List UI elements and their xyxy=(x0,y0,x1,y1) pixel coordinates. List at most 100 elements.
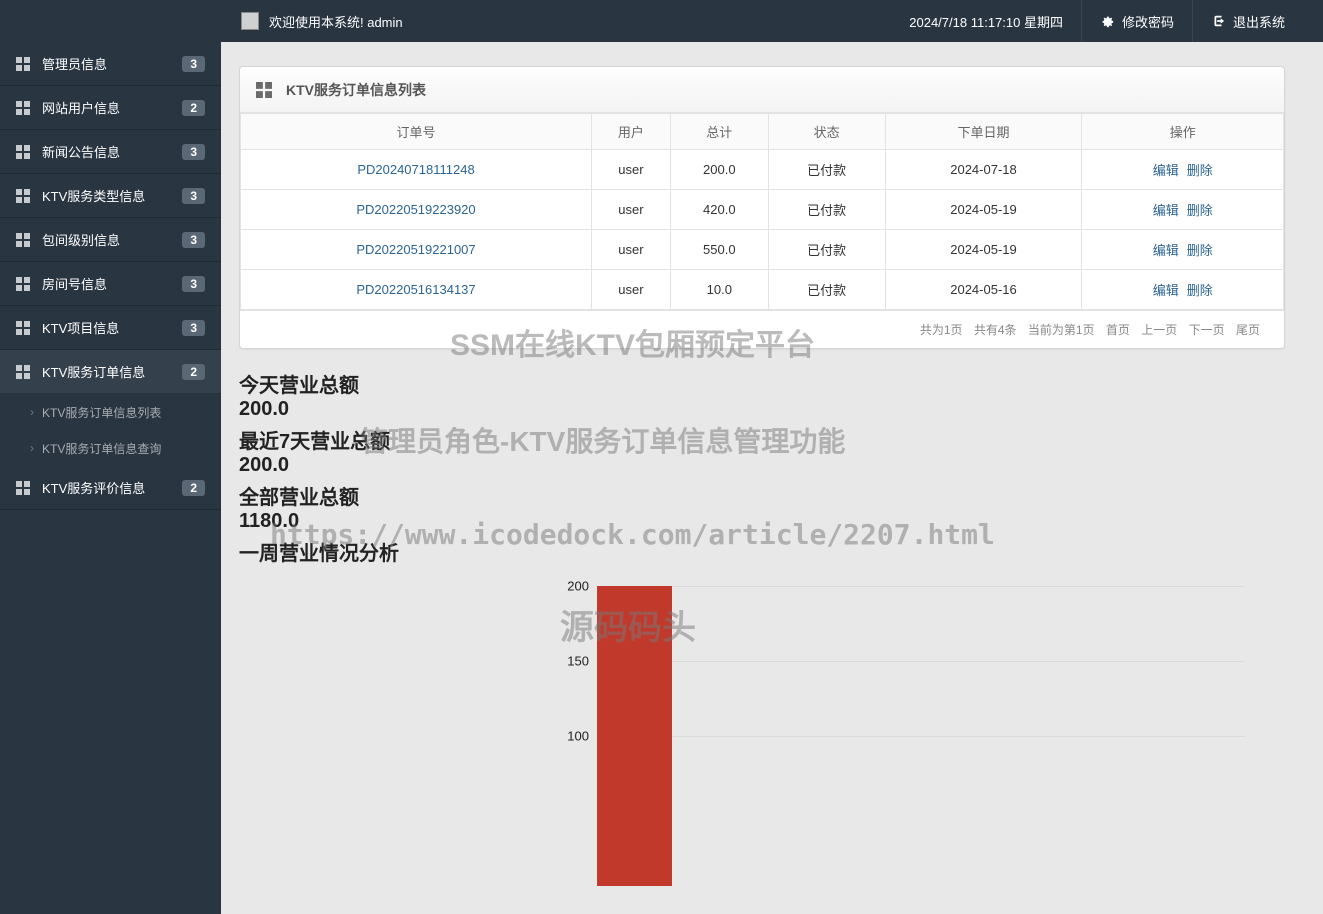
table-header-cell: 总计 xyxy=(670,114,768,150)
sidebar-item-room-no[interactable]: 房间号信息 3 xyxy=(0,262,221,306)
pager: 共为1页 共有4条 当前为第1页 首页 上一页 下一页 尾页 xyxy=(240,310,1284,348)
table-cell[interactable]: PD20240718111248 xyxy=(241,150,592,190)
stats-week-label: 最近7天营业总额 xyxy=(239,425,1285,454)
panel-header: KTV服务订单信息列表 xyxy=(240,67,1284,113)
grid-icon xyxy=(16,145,30,159)
grid-icon xyxy=(256,82,272,98)
sidebar-item-ktv-type[interactable]: KTV服务类型信息 3 xyxy=(0,174,221,218)
datetime-text: 2024/7/18 11:17:10 星期四 xyxy=(891,12,1081,31)
logout-icon xyxy=(1211,14,1225,28)
sidebar-item-ktv-order[interactable]: KTV服务订单信息 2 xyxy=(0,350,221,394)
sidebar-item-news[interactable]: 新闻公告信息 3 xyxy=(0,130,221,174)
table-cell: 420.0 xyxy=(670,190,768,230)
sidebar-item-label: KTV项目信息 xyxy=(42,318,182,337)
order-table: 订单号用户总计状态下单日期操作 PD20240718111248user200.… xyxy=(240,113,1284,310)
table-row: PD20240718111248user200.0已付款2024-07-18编辑… xyxy=(241,150,1284,190)
sidebar-sub-order-query[interactable]: › KTV服务订单信息查询 xyxy=(0,430,221,466)
topbar: 欢迎使用本系统! admin 2024/7/18 11:17:10 星期四 修改… xyxy=(221,0,1323,42)
table-cell: 2024-05-19 xyxy=(885,190,1082,230)
table-row: PD20220519223920user420.0已付款2024-05-19编辑… xyxy=(241,190,1284,230)
table-header-cell: 订单号 xyxy=(241,114,592,150)
chevron-right-icon: › xyxy=(30,405,34,419)
table-cell[interactable]: PD20220519221007 xyxy=(241,230,592,270)
sidebar-item-users[interactable]: 网站用户信息 2 xyxy=(0,86,221,130)
edit-link[interactable]: 编辑 xyxy=(1153,163,1179,178)
avatar-icon xyxy=(241,12,259,30)
delete-link[interactable]: 删除 xyxy=(1187,243,1213,258)
stats-analysis-label: 一周营业情况分析 xyxy=(239,537,1285,566)
change-password-button[interactable]: 修改密码 xyxy=(1081,0,1192,42)
table-header-cell: 下单日期 xyxy=(885,114,1082,150)
edit-link[interactable]: 编辑 xyxy=(1153,243,1179,258)
sidebar-badge: 3 xyxy=(182,276,205,292)
grid-icon xyxy=(16,189,30,203)
table-ops-cell: 编辑删除 xyxy=(1082,230,1284,270)
table-cell: 10.0 xyxy=(670,270,768,310)
table-cell: 已付款 xyxy=(768,190,885,230)
table-row: PD20220516134137user10.0已付款2024-05-16 编辑删… xyxy=(241,270,1284,310)
table-cell: 已付款 xyxy=(768,270,885,310)
sidebar-item-admin[interactable]: 管理员信息 3 xyxy=(0,42,221,86)
pager-prev[interactable]: 上一页 xyxy=(1141,323,1177,337)
sidebar-badge: 2 xyxy=(182,100,205,116)
stats-today-value: 200.0 xyxy=(239,398,1285,421)
sidebar-item-ktv-review[interactable]: KTV服务评价信息 2 xyxy=(0,466,221,510)
logout-button[interactable]: 退出系统 xyxy=(1192,0,1303,42)
stats-all-value: 1180.0 xyxy=(239,510,1285,533)
table-ops-cell: 编辑删除 xyxy=(1082,190,1284,230)
sidebar-item-label: 新闻公告信息 xyxy=(42,142,182,161)
y-tick: 150 xyxy=(549,654,589,669)
delete-link[interactable]: 删除 xyxy=(1187,283,1213,298)
sidebar-badge: 2 xyxy=(182,364,205,380)
sidebar-item-label: 管理员信息 xyxy=(42,54,182,73)
sidebar-badge: 2 xyxy=(182,480,205,496)
y-tick: 200 xyxy=(549,579,589,594)
table-row: PD20220519221007user550.0已付款2024-05-19编辑… xyxy=(241,230,1284,270)
table-cell[interactable]: PD20220516134137 xyxy=(241,270,592,310)
grid-icon xyxy=(16,277,30,291)
sidebar-badge: 3 xyxy=(182,320,205,336)
table-cell: user xyxy=(592,150,671,190)
sidebar-item-label: 网站用户信息 xyxy=(42,98,182,117)
chart-bar xyxy=(597,586,672,886)
stats-week-value: 200.0 xyxy=(239,454,1285,477)
change-password-label: 修改密码 xyxy=(1122,12,1174,31)
table-cell: 已付款 xyxy=(768,150,885,190)
pager-total-items: 共有4条 xyxy=(974,323,1017,337)
edit-link[interactable]: 编辑 xyxy=(1153,203,1179,218)
main-content: KTV服务订单信息列表 订单号用户总计状态下单日期操作 PD2024071811… xyxy=(221,42,1303,914)
pager-last[interactable]: 尾页 xyxy=(1236,323,1260,337)
delete-link[interactable]: 删除 xyxy=(1187,203,1213,218)
table-header-cell: 操作 xyxy=(1082,114,1284,150)
table-cell: user xyxy=(592,230,671,270)
panel-title: KTV服务订单信息列表 xyxy=(286,80,426,100)
pager-current: 当前为第1页 xyxy=(1028,323,1095,337)
y-tick: 100 xyxy=(549,729,589,744)
gear-icon xyxy=(1100,14,1114,28)
sidebar-sub-label: KTV服务订单信息查询 xyxy=(42,440,161,457)
table-header-cell: 状态 xyxy=(768,114,885,150)
table-header-cell: 用户 xyxy=(592,114,671,150)
sidebar-badge: 3 xyxy=(182,56,205,72)
pager-next[interactable]: 下一页 xyxy=(1189,323,1225,337)
table-cell: user xyxy=(592,190,671,230)
table-cell[interactable]: PD20220519223920 xyxy=(241,190,592,230)
table-cell: 已付款 xyxy=(768,230,885,270)
table-cell: user xyxy=(592,270,671,310)
grid-icon xyxy=(16,365,30,379)
table-cell: 2024-05-19 xyxy=(885,230,1082,270)
table-ops-cell: 编辑删除 xyxy=(1082,150,1284,190)
table-cell: 2024-05-16 xyxy=(885,270,1082,310)
logout-label: 退出系统 xyxy=(1233,12,1285,31)
welcome-text: 欢迎使用本系统! admin xyxy=(269,12,403,31)
sidebar-badge: 3 xyxy=(182,144,205,160)
edit-link[interactable]: 编辑 xyxy=(1153,283,1179,298)
delete-link[interactable]: 删除 xyxy=(1187,163,1213,178)
sidebar-item-room-level[interactable]: 包间级别信息 3 xyxy=(0,218,221,262)
sidebar-item-ktv-project[interactable]: KTV项目信息 3 xyxy=(0,306,221,350)
grid-icon xyxy=(16,481,30,495)
grid-icon xyxy=(16,101,30,115)
pager-first[interactable]: 首页 xyxy=(1106,323,1130,337)
sidebar-item-label: KTV服务类型信息 xyxy=(42,186,182,205)
sidebar-sub-order-list[interactable]: › KTV服务订单信息列表 xyxy=(0,394,221,430)
